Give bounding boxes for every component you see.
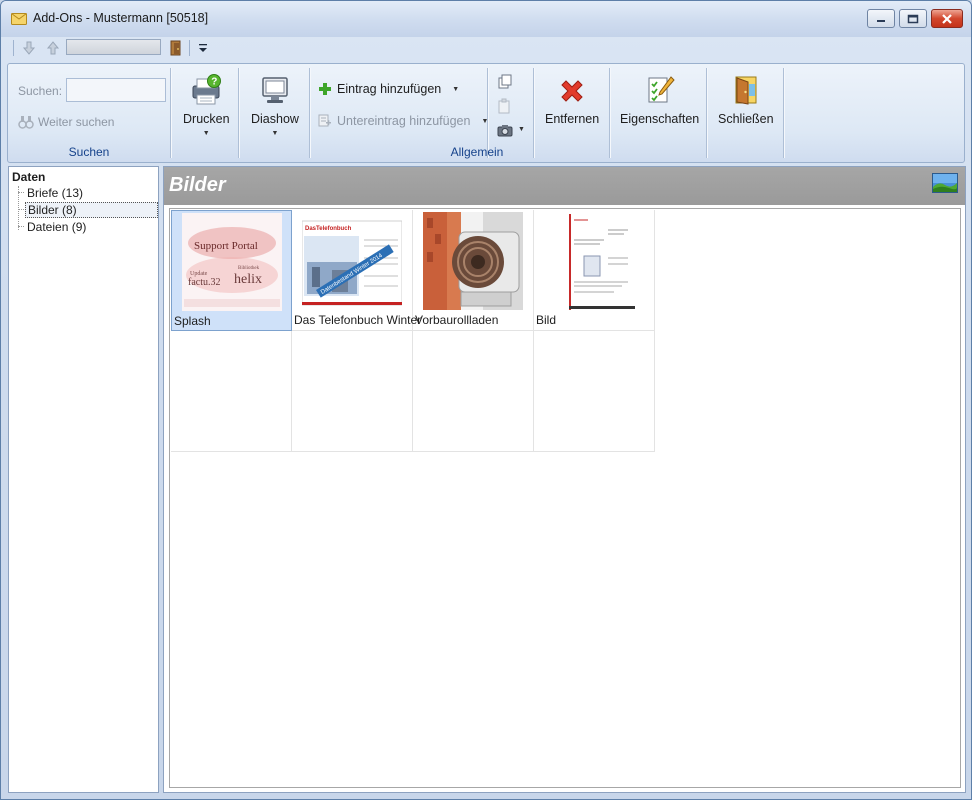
close-label: Schließen (718, 112, 774, 126)
search-label: Suchen: (18, 84, 63, 98)
gallery-item-vorbaurollladen[interactable]: Vorbaurollladen (413, 210, 534, 331)
telefonbuch-brand-text: DasTelefonbuch (305, 226, 352, 232)
search-group-label: Suchen (68, 145, 110, 159)
telefonbuch-thumbnail: DasTelefonbuch Datenbestand Winter 2014 (302, 220, 402, 306)
toolbar-separator (189, 40, 190, 56)
landscape-image-icon (932, 173, 958, 193)
toolbar-separator (13, 40, 14, 56)
svg-text:?: ? (211, 77, 217, 88)
chevron-down-icon[interactable]: ▼ (518, 126, 525, 133)
gallery-item-telefonbuch[interactable]: DasTelefonbuch Datenbestand Winter 2014 … (292, 210, 421, 331)
vorbaurollladen-thumbnail (423, 212, 523, 310)
search-input[interactable] (66, 78, 166, 102)
empty-gallery-cell (292, 331, 413, 452)
next-search-label: Weiter suchen (38, 115, 115, 129)
ribbon: Suchen: Weiter suchen Suchen ? Drucken ▼… (7, 63, 965, 163)
splash-library-text: Bibliothek (238, 266, 260, 271)
minimize-button[interactable] (867, 9, 895, 28)
tree-item-bilder[interactable]: Bilder (8) (25, 202, 158, 218)
exit-door-icon[interactable] (168, 40, 184, 56)
group-separator (783, 68, 784, 158)
navigation-tree: Daten Briefe (13) Bilder (8) Dateien (9) (8, 166, 159, 793)
gallery-item-splash[interactable]: Support Portal Update Bibliothek factu.3… (171, 210, 292, 331)
door-exit-icon (735, 76, 757, 105)
plus-icon (319, 83, 331, 95)
print-label: Drucken (183, 112, 230, 126)
tree-root[interactable]: Daten (12, 170, 45, 184)
gallery-item-caption: Splash (174, 314, 211, 328)
content-pane: Bilder Support Portal Update Bibliothek … (163, 166, 966, 793)
empty-gallery-cell (171, 331, 292, 452)
window-title: Add-Ons - Mustermann [50518] (33, 11, 209, 25)
properties-button[interactable]: Eigenschaften (620, 74, 699, 126)
splash-helix-text: helix (234, 272, 262, 287)
close-window-button[interactable] (931, 9, 963, 28)
subentry-icon (318, 114, 331, 127)
gallery-item-caption: Vorbaurollladen (415, 313, 499, 327)
customize-toolbar-dropdown-icon[interactable] (198, 41, 208, 55)
close-button[interactable]: Schließen (718, 74, 774, 126)
general-group-label: Allgemein (450, 145, 504, 159)
chevron-down-icon: ▼ (271, 130, 279, 137)
tree-item-dateien[interactable]: Dateien (9) (25, 220, 88, 234)
quick-access-toolbar (1, 37, 971, 59)
bild-thumbnail (569, 214, 635, 310)
next-search-button[interactable]: Weiter suchen (18, 114, 114, 130)
gallery-item-bild[interactable]: Bild (534, 210, 655, 331)
copy-icon[interactable] (497, 74, 513, 90)
search-group: Suchen: Weiter suchen Suchen (8, 64, 170, 162)
monitor-icon (262, 77, 288, 103)
progress-bar (66, 39, 161, 55)
content-title: Bilder (169, 174, 226, 196)
app-window: Add-Ons - Mustermann [50518] Suchen: Wei… (0, 0, 972, 800)
red-x-icon (561, 80, 583, 102)
minimize-icon (877, 19, 885, 22)
chevron-down-icon: ▼ (202, 130, 210, 137)
maximize-button[interactable] (899, 9, 927, 28)
image-gallery: Support Portal Update Bibliothek factu.3… (169, 208, 961, 788)
splash-title-text: Support Portal (194, 240, 258, 252)
print-button[interactable]: ? Drucken ▼ (183, 74, 230, 137)
add-subentry-button[interactable]: Untereintrag hinzufügen ▼ (318, 114, 488, 128)
tree-connector (18, 226, 24, 227)
camera-icon[interactable] (497, 122, 513, 138)
add-entry-button[interactable]: Eintrag hinzufügen ▼ (318, 82, 459, 96)
add-subentry-label: Untereintrag hinzufügen (337, 114, 471, 128)
tree-item-briefe[interactable]: Briefe (13) (25, 186, 85, 200)
binoculars-icon (18, 116, 34, 129)
paste-icon[interactable] (497, 98, 513, 114)
add-entry-label: Eintrag hinzufügen (337, 82, 442, 96)
properties-label: Eigenschaften (620, 112, 700, 126)
splash-factu-text: factu.32 (188, 277, 221, 288)
title-bar: Add-Ons - Mustermann [50518] (1, 1, 971, 37)
content-header: Bilder (164, 167, 965, 205)
slideshow-button[interactable]: Diashow ▼ (251, 74, 299, 137)
folder-envelope-icon (11, 13, 27, 25)
arrow-down-icon[interactable] (21, 40, 37, 56)
tree-connector (18, 192, 24, 193)
empty-gallery-cell (413, 331, 534, 452)
maximize-icon (907, 14, 919, 23)
empty-gallery-cell (534, 331, 655, 452)
checklist-pen-icon (648, 76, 675, 103)
general-group: ? Drucken ▼ Diashow ▼ Eintrag hinzufügen… (171, 64, 783, 162)
gallery-item-caption: Das Telefonbuch Winter (294, 313, 422, 327)
tree-connector (18, 209, 24, 210)
printer-icon: ? (192, 74, 222, 105)
close-icon (942, 13, 952, 24)
gallery-item-caption: Bild (536, 313, 557, 327)
remove-label: Entfernen (545, 112, 600, 126)
slideshow-label: Diashow (251, 112, 299, 126)
chevron-down-icon: ▼ (452, 85, 460, 93)
remove-button[interactable]: Entfernen (545, 74, 599, 126)
arrow-up-icon[interactable] (45, 40, 61, 56)
splash-thumbnail: Support Portal Update Bibliothek factu.3… (182, 213, 282, 311)
